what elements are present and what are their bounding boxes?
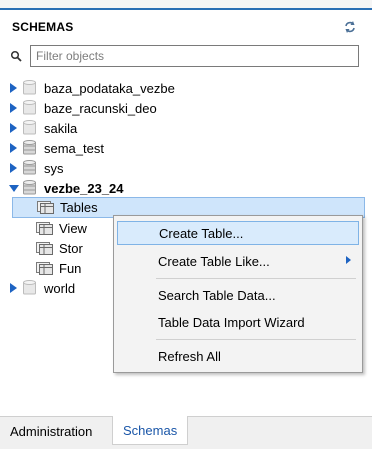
menu-item-table-data-import-wizard[interactable]: Table Data Import Wizard — [117, 310, 359, 334]
panel-title: SCHEMAS — [12, 20, 74, 34]
expand-arrow-icon[interactable] — [8, 143, 19, 154]
tree-item-baze-racunski-deo[interactable]: baze_racunski_deo — [8, 98, 157, 118]
expand-arrow-icon[interactable] — [8, 83, 19, 94]
schemas-header: SCHEMAS — [0, 12, 372, 42]
submenu-arrow-icon — [346, 256, 351, 264]
tree-item-label: View — [59, 220, 87, 236]
bottom-tab-bar: Administration Schemas — [0, 416, 372, 449]
table-folder-icon — [37, 201, 55, 215]
context-menu: Create Table... Create Table Like... Sea… — [113, 215, 363, 373]
menu-item-label: Create Table Like... — [158, 253, 270, 269]
tree-item-sys[interactable]: sys — [8, 158, 64, 178]
menu-item-create-table-like[interactable]: Create Table Like... — [117, 249, 359, 273]
top-accent-strip — [0, 0, 372, 10]
tree-item-label: sema_test — [44, 140, 104, 156]
database-icon — [23, 140, 37, 156]
tree-item-label: sakila — [44, 120, 78, 136]
menu-item-label: Search Table Data... — [158, 287, 276, 303]
menu-item-label: Table Data Import Wizard — [158, 314, 305, 330]
tree-item-label: Tables — [60, 200, 98, 215]
tab-schemas[interactable]: Schemas — [112, 416, 189, 445]
collapse-arrow-icon[interactable] — [8, 183, 19, 194]
tree-item-label: vezbe_23_24 — [44, 180, 124, 196]
tree-item-functions[interactable]: Fun — [36, 258, 81, 278]
tree-item-label: baze_racunski_deo — [44, 100, 157, 116]
function-folder-icon — [36, 261, 54, 275]
tree-item-label: world — [44, 280, 76, 296]
tree-item-sema-test[interactable]: sema_test — [8, 138, 104, 158]
tree-item-baza-podataka-vezbe[interactable]: baza_podataka_vezbe — [8, 78, 175, 98]
tree-item-label: Stor — [59, 240, 83, 256]
tree-item-stored-procedures[interactable]: Stor — [36, 238, 83, 258]
menu-item-label: Refresh All — [158, 348, 221, 364]
database-icon — [23, 280, 37, 296]
menu-item-create-table[interactable]: Create Table... — [117, 221, 359, 245]
tree-item-label: Fun — [59, 260, 82, 276]
tab-administration[interactable]: Administration — [0, 417, 102, 445]
database-icon — [23, 160, 37, 176]
database-icon — [23, 120, 37, 136]
search-icon — [8, 48, 24, 64]
expand-arrow-icon[interactable] — [8, 163, 19, 174]
menu-item-label: Create Table... — [159, 225, 244, 241]
menu-separator — [156, 278, 356, 279]
filter-objects-input[interactable] — [30, 45, 359, 67]
refresh-icon[interactable] — [342, 19, 358, 35]
database-icon — [23, 80, 37, 96]
view-folder-icon — [36, 221, 54, 235]
database-icon — [23, 100, 37, 116]
expand-arrow-icon[interactable] — [8, 283, 19, 294]
menu-item-refresh-all[interactable]: Refresh All — [117, 344, 359, 368]
tree-item-sakila[interactable]: sakila — [8, 118, 77, 138]
tab-label: Administration — [10, 423, 93, 439]
tab-label: Schemas — [123, 422, 178, 438]
tree-item-label: sys — [44, 160, 64, 176]
filter-row — [8, 44, 364, 68]
expand-arrow-icon[interactable] — [8, 123, 19, 134]
tree-item-label: baza_podataka_vezbe — [44, 80, 175, 96]
menu-separator — [156, 339, 356, 340]
tree-item-vezbe-23-24[interactable]: vezbe_23_24 — [8, 178, 124, 198]
tree-item-views[interactable]: View — [36, 218, 87, 238]
tree-item-world[interactable]: world — [8, 278, 75, 298]
menu-item-search-table-data[interactable]: Search Table Data... — [117, 283, 359, 307]
procedure-folder-icon — [36, 241, 54, 255]
expand-arrow-icon[interactable] — [8, 103, 19, 114]
database-icon — [23, 180, 37, 196]
